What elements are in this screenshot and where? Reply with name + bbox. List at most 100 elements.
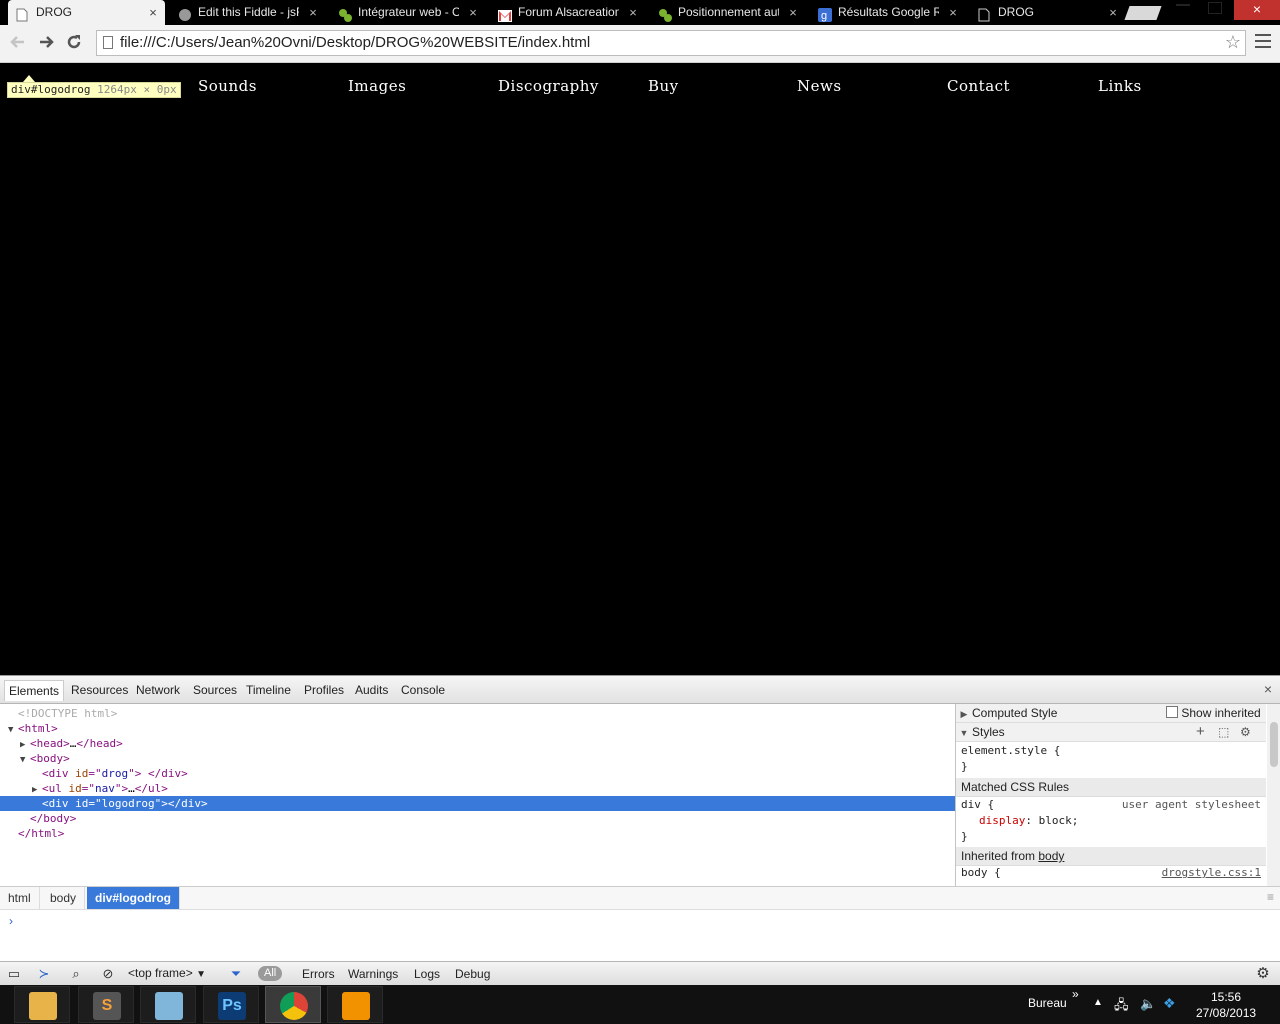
nav-link-news[interactable]: News [797,77,842,95]
drawer-menu-icon[interactable]: ≡ [1267,890,1274,904]
frame-select[interactable]: <top frame> ▼ [128,966,206,980]
div-rule-selector[interactable]: div { [961,797,994,813]
element-style-rule[interactable]: element.style { [961,743,1060,759]
console-prompt[interactable]: › [9,914,13,928]
tab-positionnement[interactable]: Positionnement automatique × [650,0,805,25]
tab-close-icon[interactable]: × [947,0,959,25]
show-hidden-icons-icon[interactable]: ▲ [1093,997,1103,1008]
tab-close-icon[interactable]: × [467,0,479,25]
settings-gear-icon[interactable]: ⚙ [1255,966,1271,982]
system-clock[interactable]: 15:56 27/08/2013 [1196,989,1256,1021]
toolbar-overflow-icon[interactable]: » [1072,987,1079,1001]
gear-icon[interactable]: ⚙ [1240,723,1251,741]
bookmark-star-icon[interactable]: ☆ [1225,32,1241,53]
nav-link-discography[interactable]: Discography [498,77,599,95]
div-rule-property[interactable]: display: block; [979,813,1078,829]
filter-warnings-button[interactable]: Warnings [348,967,398,981]
volume-icon[interactable]: 🔈 [1140,996,1156,1012]
filter-all-button[interactable]: All [258,966,283,981]
taskbar-toolbar-bureau[interactable]: Bureau [1028,996,1067,1010]
nav-link-images[interactable]: Images [348,77,406,95]
expanded-triangle-icon[interactable]: ▼ [20,753,30,768]
taskbar-file-explorer[interactable] [14,986,70,1023]
filter-logs-button[interactable]: Logs [414,967,440,981]
tab-drog[interactable]: DROG × [8,0,165,25]
address-bar[interactable]: ☆ [96,30,1246,56]
taskbar-chrome[interactable] [265,986,321,1023]
search-icon[interactable]: ⌕ [68,966,84,982]
show-inherited-toggle[interactable]: Show inherited [1166,704,1261,722]
tab-close-icon[interactable]: × [627,0,639,25]
tab-elements[interactable]: Elements [4,680,65,701]
undock-icon[interactable]: ▭ [6,966,22,982]
inherited-body-link[interactable]: body [1038,849,1064,863]
nav-link-sounds[interactable]: Sounds [198,77,257,95]
dom-node-div-logodrog[interactable]: <div id="logodrog"></div> [0,796,955,811]
breadcrumb-body[interactable]: body [42,887,86,909]
tab-close-icon[interactable]: × [1107,0,1119,25]
console-drawer[interactable]: › [0,910,1280,960]
taskbar-photoshop[interactable]: Ps [203,986,259,1023]
back-button[interactable] [8,33,28,53]
nav-link-links[interactable]: Links [1098,77,1142,95]
forward-arrow-icon [40,36,54,48]
dom-node-html[interactable]: ▼ <html> [8,721,58,736]
show-inherited-checkbox[interactable] [1166,706,1178,718]
chrome-menu-button[interactable] [1255,34,1271,52]
nav-link-contact[interactable]: Contact [947,77,1010,95]
tab-console[interactable]: Console [401,683,445,697]
dom-node-ul-nav[interactable]: ▶ <ul id="nav">…</ul> [32,781,168,796]
dom-node-html-close[interactable]: </html> [18,826,64,841]
filter-icon[interactable]: ⏷ [228,966,244,982]
tab-alsacreations[interactable]: Forum Alsacreations × [490,0,645,25]
dom-node-div-drog[interactable]: <div id="drog"> </div> [42,766,188,781]
forward-button[interactable] [36,33,56,53]
dropbox-icon[interactable]: ❖ [1163,995,1176,1012]
new-tab-button[interactable] [1124,6,1162,20]
styles-section[interactable]: ▼ Styles + ⬚ ⚙ [956,723,1266,742]
toggle-element-state-icon[interactable]: ⬚ [1218,723,1229,741]
breadcrumb-div-logodrog[interactable]: div#logodrog [87,887,180,909]
taskbar-notepad[interactable] [140,986,196,1023]
scrollbar-thumb[interactable] [1270,722,1278,767]
expanded-triangle-icon[interactable]: ▼ [8,723,18,738]
dom-node-body[interactable]: ▼ <body> [20,751,70,766]
maximize-window-icon[interactable] [1208,2,1222,14]
tab-close-icon[interactable]: × [307,0,319,25]
tab-close-icon[interactable]: × [147,0,159,25]
add-rule-icon[interactable]: + [1196,723,1205,741]
drogstyle-source-link[interactable]: drogstyle.css:1 [1162,866,1261,879]
sidebar-scrollbar[interactable] [1267,704,1280,886]
dom-node-head[interactable]: ▶ <head>…</head> [20,736,123,751]
tab-resources[interactable]: Resources [71,683,128,697]
taskbar-media-player[interactable] [327,986,383,1023]
dom-node-body-close[interactable]: </body> [30,811,76,826]
close-window-button[interactable]: × [1234,0,1280,20]
tab-drog-2[interactable]: DROG × [970,0,1125,25]
filter-debug-button[interactable]: Debug [455,967,490,981]
tab-timeline[interactable]: Timeline [246,683,291,697]
reload-button[interactable] [64,33,84,53]
tab-audits[interactable]: Audits [355,683,388,697]
clear-console-icon[interactable]: ⊘ [100,966,116,982]
taskbar-sublime-text[interactable]: S [78,986,134,1023]
devtools-close-icon[interactable]: × [1264,681,1272,697]
tab-jsfiddle[interactable]: Edit this Fiddle - jsFiddle × [170,0,325,25]
tab-close-icon[interactable]: × [787,0,799,25]
inspect-size: 1264px × 0px [97,83,177,96]
url-input[interactable] [120,31,1210,55]
breadcrumb-html[interactable]: html [0,887,40,909]
body-rule-selector[interactable]: body { [961,865,1001,881]
dom-node-doctype[interactable]: <!DOCTYPE html> [18,706,117,721]
tab-sources[interactable]: Sources [193,683,237,697]
tab-integrateur[interactable]: Intégrateur web - Offre × [330,0,485,25]
tab-network[interactable]: Network [136,683,180,697]
network-icon[interactable]: 🖧 [1114,996,1129,1018]
tab-google-results[interactable]: g Résultats Google Recherche × [810,0,965,25]
computed-style-section[interactable]: ▶ Computed Style Show inherited [956,704,1266,723]
filter-errors-button[interactable]: Errors [302,967,335,981]
tab-profiles[interactable]: Profiles [304,683,344,697]
nav-link-buy[interactable]: Buy [648,77,679,95]
console-drawer-icon[interactable]: ≻ [36,966,52,982]
minimize-window-icon[interactable] [1176,4,1190,6]
